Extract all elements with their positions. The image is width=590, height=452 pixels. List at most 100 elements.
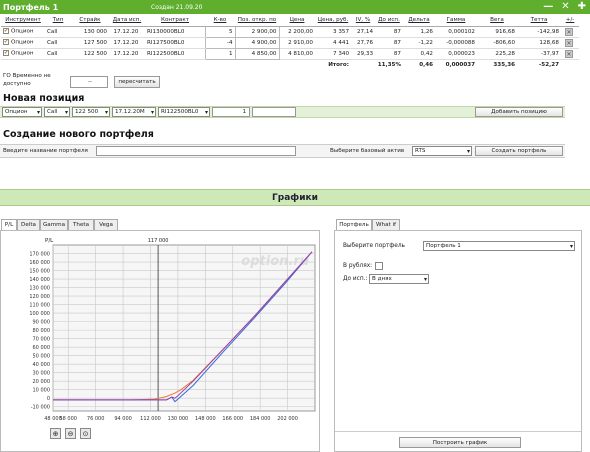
row-theta: -37,97 <box>517 48 561 60</box>
zoom-reset-icon[interactable]: ⊙ <box>80 428 91 439</box>
y-tick-label: 80 000 <box>33 328 51 334</box>
add-position-button[interactable]: Добавить позицию <box>475 107 563 117</box>
col-iv[interactable]: IV, % <box>351 15 375 27</box>
zoom-in-icon[interactable]: ⊕ <box>50 428 61 439</box>
row-price-rub: 3 357 <box>315 26 351 38</box>
col-delta[interactable]: Дельта <box>403 15 435 27</box>
go-label: ГО Временно не доступно <box>3 73 51 87</box>
divider <box>335 431 581 432</box>
table-row: ✔ Опцион Call 127 500 17.12.20 RI127500BL… <box>1 36 579 49</box>
row-type: Call <box>45 37 71 49</box>
row-price: 2 910,00 <box>279 37 315 49</box>
col-plusminus[interactable]: +/- <box>561 15 579 27</box>
recalculate-button[interactable]: пересчитать <box>114 76 160 88</box>
row-contract: RI127500BL0 <box>145 37 205 49</box>
col-days[interactable]: До исп. <box>375 15 403 27</box>
row-date: 17.12.20 <box>109 48 145 60</box>
row-checkbox[interactable]: ✔ <box>3 39 9 46</box>
created-date: Создан 21.09.20 <box>151 3 203 11</box>
create-portfolio-button[interactable]: Создать портфель <box>475 146 563 156</box>
row-strike: 130 000 <box>71 26 109 38</box>
col-date[interactable]: Дата исп. <box>109 15 145 27</box>
row-qty-input[interactable]: 1 <box>204 47 236 60</box>
y-tick-label: 160 000 <box>29 260 50 266</box>
new-position-heading: Новая позиция <box>3 93 85 104</box>
col-contract[interactable]: Контракт <box>145 15 205 27</box>
tab-vega[interactable]: Vega <box>94 219 118 230</box>
y-tick-label: 100 000 <box>29 311 50 317</box>
instrument-select[interactable]: Опцион <box>2 107 42 117</box>
x-tick-label: 148 000 <box>195 416 216 422</box>
days-label: До исп.: <box>343 276 368 282</box>
row-open-input[interactable]: 4 900,00 <box>234 36 280 49</box>
rub-checkbox[interactable] <box>375 262 383 270</box>
total-pct: 11,35% <box>377 61 401 68</box>
zoom-out-icon[interactable]: ⊖ <box>65 428 76 439</box>
tab-gamma[interactable]: Gamma <box>40 219 68 230</box>
portfolio-titlebar: Портфель 1 Создан 21.09.20 — ✕ ✚ <box>0 0 590 14</box>
x-tick-label: 202 000 <box>277 416 298 422</box>
row-gamma: -0,000088 <box>435 37 477 49</box>
add-icon[interactable]: ✚ <box>578 1 586 12</box>
tab-pl[interactable]: P/L <box>1 219 17 230</box>
col-type[interactable]: Тип <box>45 15 71 27</box>
row-days: 87 <box>375 26 403 38</box>
total-gamma: 0,000037 <box>445 61 475 68</box>
col-price-rub[interactable]: Цена, руб. <box>315 15 351 27</box>
contract-select[interactable]: RI122500BL0 <box>158 107 210 117</box>
col-strike[interactable]: Страйк <box>71 15 109 27</box>
y-tick-label: -10 000 <box>31 405 50 411</box>
base-asset-select[interactable]: RTS <box>412 146 472 156</box>
row-checkbox[interactable]: ✔ <box>3 28 9 35</box>
row-instrument: Опцион <box>11 28 34 35</box>
days-select[interactable]: В днях <box>369 274 429 284</box>
col-open[interactable]: Поз. откр. по <box>235 15 279 27</box>
close-icon[interactable]: ✕ <box>561 1 569 12</box>
minimize-icon[interactable]: — <box>543 1 553 12</box>
row-open-input[interactable]: 4 850,00 <box>234 47 280 60</box>
col-instrument[interactable]: Инструмент <box>1 15 45 27</box>
row-iv: 29,33 <box>351 48 375 60</box>
portfolio-table: Инструмент Тип Страйк Дата исп. Контракт… <box>1 15 579 70</box>
row-qty-input[interactable]: -4 <box>204 36 236 49</box>
portfolio-name-input[interactable] <box>96 146 296 156</box>
col-theta[interactable]: Тетта <box>517 15 561 27</box>
total-label: Итого: <box>328 61 349 68</box>
row-qty-input[interactable]: 5 <box>204 25 236 38</box>
tab-portfolio[interactable]: Портфель <box>336 219 372 230</box>
col-vega[interactable]: Вега <box>477 15 517 27</box>
remove-row-icon[interactable]: ✕ <box>565 38 573 47</box>
y-tick-label: 10 000 <box>33 388 51 394</box>
total-vega: 335,36 <box>493 61 515 68</box>
row-date: 17.12.20 <box>109 37 145 49</box>
row-price-rub: 4 441 <box>315 37 351 49</box>
table-header-row: Инструмент Тип Страйк Дата исп. Контракт… <box>1 15 579 27</box>
remove-row-icon[interactable]: ✕ <box>565 27 573 36</box>
build-chart-button[interactable]: Построить график <box>399 437 521 448</box>
row-open-input[interactable]: 2 900,00 <box>234 25 280 38</box>
row-type: Call <box>45 48 71 60</box>
go-value-field: -- <box>70 76 108 88</box>
row-price-rub: 7 340 <box>315 48 351 60</box>
row-vega: -806,60 <box>477 37 517 49</box>
open-price-input[interactable] <box>252 107 296 117</box>
col-gamma[interactable]: Гамма <box>435 15 477 27</box>
tab-theta[interactable]: Theta <box>68 219 94 230</box>
remove-row-icon[interactable]: ✕ <box>565 49 573 58</box>
type-select[interactable]: Call <box>44 107 70 117</box>
x-tick-label: 166 000 <box>222 416 243 422</box>
date-select[interactable]: 17.12.20M <box>112 107 156 117</box>
row-checkbox[interactable]: ✔ <box>3 50 9 57</box>
y-tick-label: 170 000 <box>29 252 50 258</box>
strike-select[interactable]: 122 500 <box>72 107 110 117</box>
qty-input[interactable]: 1 <box>212 107 250 117</box>
row-delta: 0,42 <box>403 48 435 60</box>
col-price[interactable]: Цена <box>279 15 315 27</box>
y-tick-label: 150 000 <box>29 269 50 275</box>
tab-delta[interactable]: Delta <box>17 219 40 230</box>
tab-what-if[interactable]: What if <box>372 219 400 230</box>
row-days: 87 <box>375 37 403 49</box>
col-qty[interactable]: К-во <box>205 15 235 27</box>
portfolio-select[interactable]: Портфель 1 <box>423 241 575 251</box>
y-tick-label: 50 000 <box>33 354 51 360</box>
